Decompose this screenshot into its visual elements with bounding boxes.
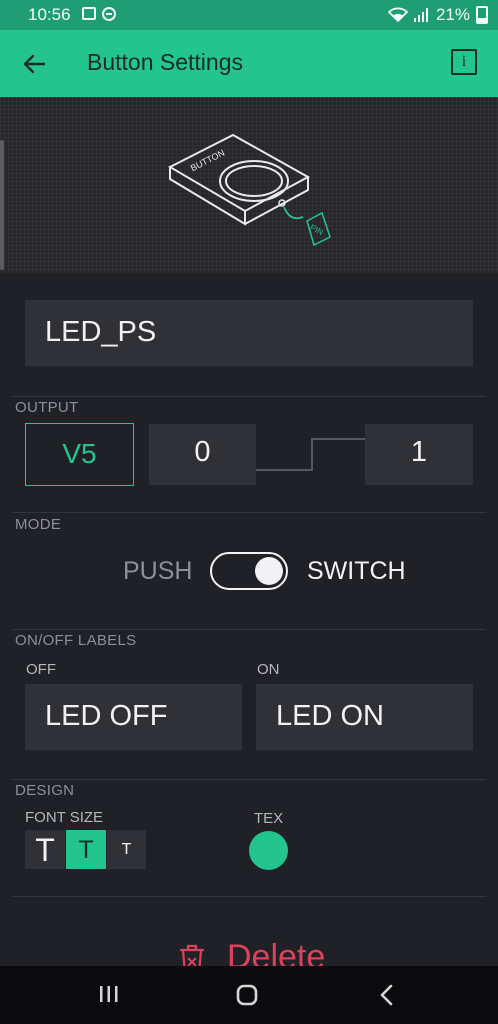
app-bar: Button Settings i — [0, 30, 498, 97]
font-size-medium-button[interactable]: T — [66, 830, 106, 869]
font-size-label: FONT SIZE — [25, 809, 104, 826]
output-min-input[interactable]: 0 — [149, 424, 256, 485]
divider — [12, 629, 486, 630]
home-icon[interactable] — [235, 983, 259, 1007]
system-nav-bar — [0, 966, 498, 1024]
toggle-knob — [255, 557, 283, 585]
button-device-illustration: BUTTON PIN — [167, 133, 331, 247]
delete-label: Delete — [227, 938, 326, 966]
delete-button[interactable]: Delete — [0, 935, 498, 966]
status-time: 10:56 — [28, 5, 71, 24]
page-title: Button Settings — [87, 49, 243, 75]
signal-icon — [413, 8, 428, 22]
battery-percent: 21% — [435, 5, 470, 24]
off-label-caption: OFF — [26, 661, 56, 678]
device-label: BUTTON — [189, 148, 226, 174]
onoff-section-label: ON/OFF LABELS — [15, 632, 137, 649]
text-color-label: TEX — [254, 810, 284, 827]
output-section-label: OUTPUT — [15, 399, 79, 416]
divider — [12, 396, 486, 397]
text-color-picker[interactable] — [249, 831, 288, 870]
back-icon[interactable] — [377, 983, 397, 1007]
divider — [12, 512, 486, 513]
divider — [12, 779, 486, 780]
arrow-left-icon[interactable] — [18, 48, 50, 80]
status-bar: 10:56 21% — [0, 0, 498, 30]
on-label-input[interactable]: LED ON — [256, 684, 473, 750]
design-section-label: DESIGN — [15, 782, 75, 799]
image-notification-icon — [82, 7, 96, 20]
font-size-small-button[interactable]: T — [107, 830, 146, 869]
on-label-caption: ON — [257, 661, 280, 678]
battery-icon — [476, 6, 488, 24]
font-size-large-button[interactable]: T — [25, 830, 65, 869]
widget-name-input[interactable]: LED_PS — [25, 300, 473, 366]
trash-icon — [180, 944, 204, 966]
mode-switch-label[interactable]: SWITCH — [307, 557, 406, 586]
mode-push-label[interactable]: PUSH — [123, 557, 192, 586]
mode-toggle[interactable] — [210, 552, 288, 590]
pin-selector[interactable]: V5 — [25, 423, 134, 486]
mode-section-label: MODE — [15, 516, 62, 533]
info-button[interactable]: i — [451, 49, 477, 75]
widget-preview: BUTTON PIN — [0, 97, 498, 273]
scroll-indicator[interactable] — [0, 140, 4, 270]
output-range-connector — [256, 438, 366, 471]
divider — [12, 896, 486, 897]
wifi-icon — [387, 7, 408, 23]
recents-icon[interactable] — [98, 983, 120, 1005]
do-not-disturb-icon — [102, 7, 116, 21]
off-label-input[interactable]: LED OFF — [25, 684, 242, 750]
output-max-input[interactable]: 1 — [365, 424, 473, 485]
